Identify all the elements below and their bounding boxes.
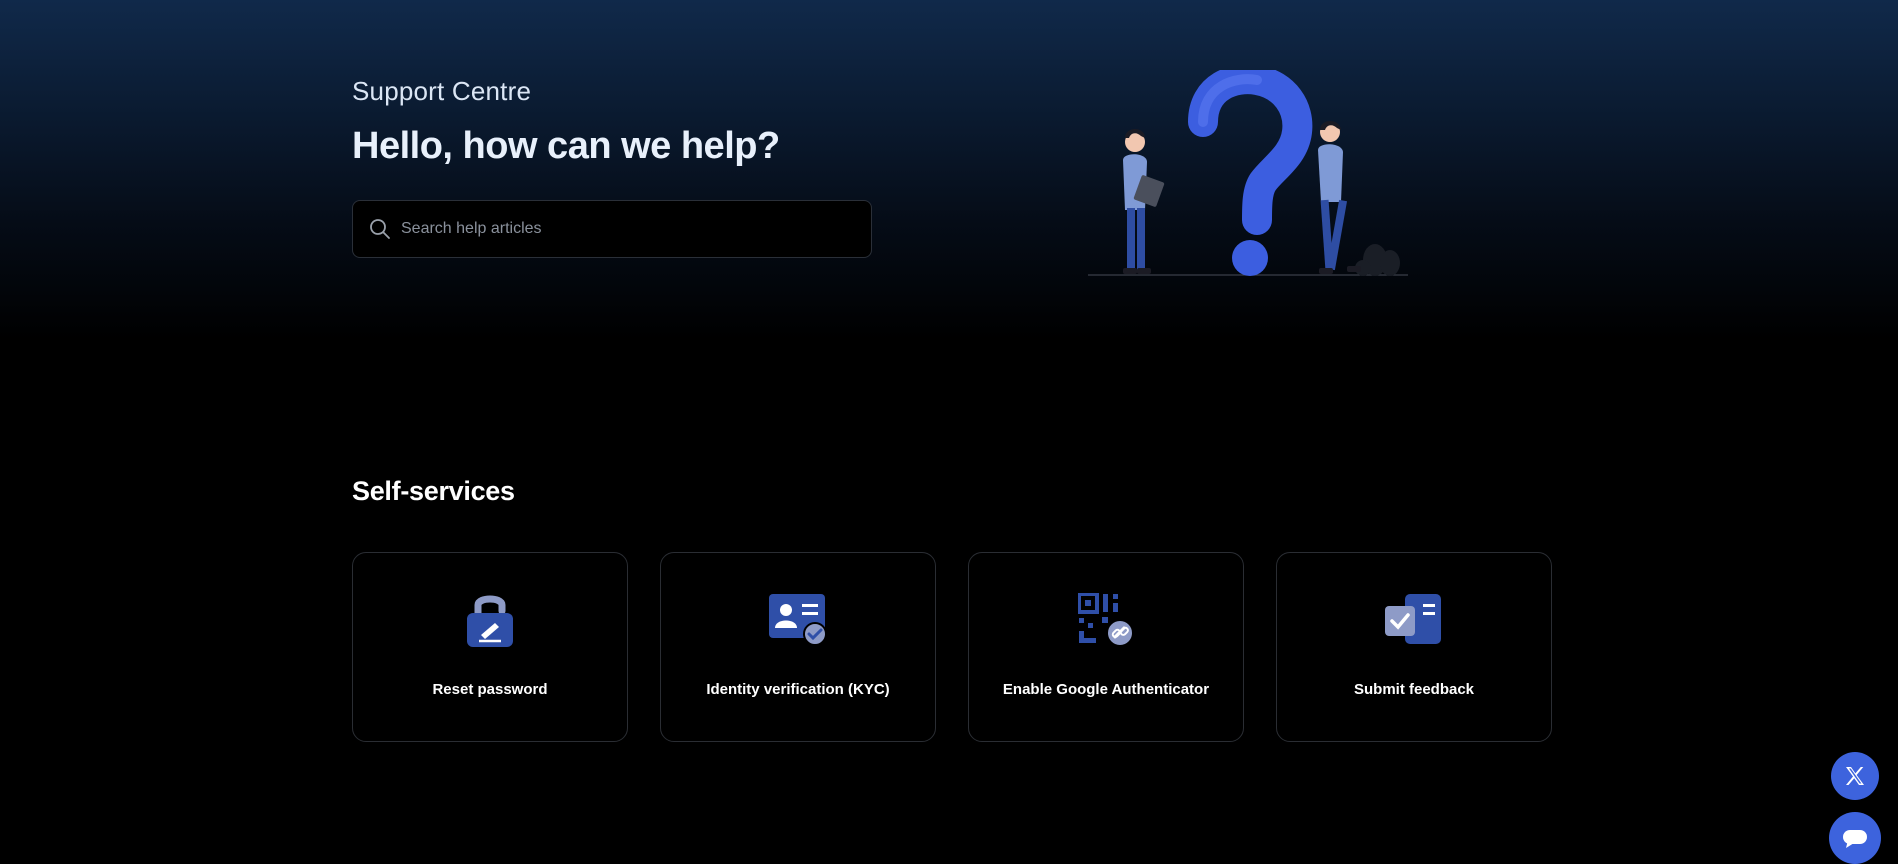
chat-button[interactable] bbox=[1829, 812, 1881, 864]
card-google-authenticator[interactable]: Enable Google Authenticator bbox=[968, 552, 1244, 742]
card-label: Submit feedback bbox=[1353, 681, 1475, 698]
card-label: Identity verification (KYC) bbox=[706, 681, 890, 698]
card-submit-feedback[interactable]: Submit feedback bbox=[1276, 552, 1552, 742]
hero-section: Support Centre Hello, how can we help? bbox=[0, 0, 1898, 340]
hero-text: Support Centre Hello, how can we help? bbox=[352, 76, 872, 168]
card-reset-password[interactable]: Reset password bbox=[352, 552, 628, 742]
card-label: Reset password bbox=[432, 681, 548, 698]
chat-icon bbox=[1843, 830, 1867, 848]
id-card-check-icon bbox=[769, 591, 827, 649]
page-title: Hello, how can we help? bbox=[352, 125, 780, 167]
search-box[interactable] bbox=[352, 200, 872, 258]
feedback-check-icon bbox=[1385, 591, 1443, 649]
x-social-button[interactable] bbox=[1831, 752, 1879, 800]
help-illustration bbox=[1088, 70, 1408, 276]
self-services-cards: Reset password Identity verification (KY… bbox=[352, 552, 1552, 742]
x-logo-icon bbox=[1846, 767, 1864, 785]
card-label: Enable Google Authenticator bbox=[1002, 681, 1210, 698]
self-services-title: Self-services bbox=[352, 476, 515, 506]
qr-code-link-icon bbox=[1077, 591, 1135, 649]
search-icon bbox=[370, 219, 390, 239]
page-subtitle: Support Centre bbox=[352, 76, 532, 106]
unlock-pen-icon bbox=[461, 591, 519, 649]
search-input[interactable] bbox=[401, 201, 871, 257]
card-identity-verification[interactable]: Identity verification (KYC) bbox=[660, 552, 936, 742]
